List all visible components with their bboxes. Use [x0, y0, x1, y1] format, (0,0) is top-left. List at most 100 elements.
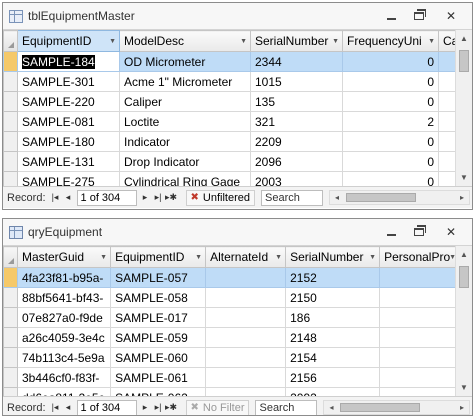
column-header[interactable]: PersonalPro ▼ — [379, 246, 461, 268]
prev-record-icon[interactable]: ◂ — [62, 400, 75, 416]
column-header[interactable]: AlternateId ▼ — [205, 246, 287, 268]
table-cell[interactable]: 4fa23f81-b95a- — [16, 267, 112, 288]
table-cell[interactable]: 1015 — [250, 71, 343, 92]
column-header[interactable]: EquipmentID ▼ — [110, 246, 207, 268]
table-row[interactable]: SAMPLE-220 Caliper 135 0 — [3, 91, 469, 112]
table-cell[interactable]: 2148 — [285, 327, 381, 348]
column-header[interactable]: SerialNumber ▼ — [250, 30, 343, 52]
table-cell[interactable]: 2 — [342, 111, 439, 132]
table-row[interactable]: 07e827a0-f9de SAMPLE-017 186 — [3, 307, 461, 328]
record-selector[interactable] — [3, 307, 18, 328]
first-record-icon[interactable]: |◂ — [49, 190, 62, 206]
table-cell[interactable]: SAMPLE-062 — [110, 387, 207, 396]
next-record-icon[interactable]: ▸ — [139, 400, 152, 416]
table-row[interactable]: SAMPLE-131 Drop Indicator 2096 0 — [3, 151, 469, 172]
record-selector[interactable] — [3, 367, 18, 388]
column-header[interactable]: ModelDesc ▼ — [119, 30, 251, 52]
window-titlebar[interactable]: qryEquipment ✕ — [3, 219, 472, 246]
table-cell[interactable] — [379, 267, 461, 288]
select-all-corner[interactable] — [3, 30, 18, 52]
table-cell[interactable]: 2209 — [250, 131, 343, 152]
table-cell[interactable]: 321 — [250, 111, 343, 132]
table-cell[interactable] — [205, 267, 287, 288]
table-row[interactable]: SAMPLE-184 OD Micrometer 2344 0 — [3, 51, 469, 72]
horizontal-scrollbar[interactable]: ◂ ▸ — [329, 190, 470, 205]
horizontal-scrollbar[interactable]: ◂ ▸ — [323, 400, 470, 415]
table-row[interactable]: 88bf5641-bf43- SAMPLE-058 2150 — [3, 287, 461, 308]
column-dropdown-icon[interactable]: ▼ — [195, 254, 202, 261]
table-cell[interactable]: Drop Indicator — [119, 151, 251, 172]
table-cell[interactable]: 2152 — [285, 267, 381, 288]
table-row[interactable]: 3b446cf0-f83f- SAMPLE-061 2156 — [3, 367, 461, 388]
scroll-right-icon[interactable]: ▸ — [455, 193, 469, 202]
table-cell[interactable]: 2003 — [250, 171, 343, 186]
column-header[interactable]: EquipmentID ▼ — [17, 30, 120, 52]
table-cell[interactable]: 0 — [342, 91, 439, 112]
scroll-up-icon[interactable]: ▲ — [456, 30, 472, 47]
record-selector[interactable] — [3, 287, 18, 308]
table-cell[interactable]: SAMPLE-059 — [110, 327, 207, 348]
table-cell[interactable]: SAMPLE-017 — [110, 307, 207, 328]
record-selector[interactable] — [3, 131, 18, 152]
column-dropdown-icon[interactable]: ▼ — [275, 254, 282, 261]
filter-toggle-button[interactable]: ✖ Unfiltered — [185, 189, 255, 206]
table-cell[interactable]: SAMPLE-275 — [17, 171, 120, 186]
column-dropdown-icon[interactable]: ▼ — [332, 38, 339, 45]
record-selector[interactable] — [3, 71, 18, 92]
vertical-scrollbar[interactable]: ▲ ▼ — [455, 30, 472, 186]
record-selector[interactable] — [3, 267, 18, 288]
minimize-button[interactable] — [378, 7, 404, 25]
table-cell[interactable] — [379, 307, 461, 328]
table-cell[interactable]: 0 — [342, 71, 439, 92]
record-selector[interactable] — [3, 327, 18, 348]
table-cell[interactable]: 2156 — [285, 367, 381, 388]
column-dropdown-icon[interactable]: ▼ — [109, 38, 116, 45]
scroll-thumb[interactable] — [340, 403, 421, 412]
column-dropdown-icon[interactable]: ▼ — [240, 38, 247, 45]
table-cell[interactable]: SAMPLE-220 — [17, 91, 120, 112]
search-input[interactable]: Search — [261, 189, 323, 206]
table-cell[interactable]: SAMPLE-081 — [17, 111, 120, 132]
scroll-left-icon[interactable]: ◂ — [330, 193, 344, 202]
scroll-right-icon[interactable]: ▸ — [455, 403, 469, 412]
scroll-thumb[interactable] — [459, 266, 469, 288]
table-cell[interactable] — [205, 387, 287, 396]
table-cell[interactable]: Cylindrical Ring Gage — [119, 171, 251, 186]
table-cell[interactable]: Loctite — [119, 111, 251, 132]
table-cell[interactable]: 186 — [285, 307, 381, 328]
column-header[interactable]: SerialNumber ▼ — [285, 246, 381, 268]
table-cell[interactable] — [205, 307, 287, 328]
table-row[interactable]: SAMPLE-081 Loctite 321 2 — [3, 111, 469, 132]
table-cell[interactable]: SAMPLE-057 — [110, 267, 207, 288]
column-header[interactable]: FrequencyUni ▼ — [342, 30, 439, 52]
table-cell[interactable] — [379, 387, 461, 396]
table-cell[interactable]: SAMPLE-184 — [17, 51, 120, 72]
table-cell[interactable] — [205, 347, 287, 368]
table-cell[interactable]: 0 — [342, 151, 439, 172]
table-cell[interactable]: 07e827a0-f9de — [16, 307, 112, 328]
active-cell-text[interactable]: SAMPLE-184 — [22, 54, 95, 69]
table-cell[interactable] — [379, 347, 461, 368]
restore-button[interactable] — [406, 223, 432, 241]
record-selector[interactable] — [3, 151, 18, 172]
close-button[interactable]: ✕ — [434, 7, 468, 25]
column-header[interactable]: MasterGuid ▼ — [16, 246, 112, 268]
table-cell[interactable]: 0 — [342, 171, 439, 186]
scroll-up-icon[interactable]: ▲ — [456, 246, 472, 263]
record-position-input[interactable]: 1 of 304 — [76, 189, 137, 206]
table-cell[interactable]: a26c4059-3e4c — [16, 327, 112, 348]
table-cell[interactable]: SAMPLE-061 — [110, 367, 207, 388]
search-input[interactable]: Search — [255, 399, 318, 415]
table-cell[interactable] — [205, 367, 287, 388]
scroll-thumb[interactable] — [459, 50, 469, 72]
close-button[interactable]: ✕ — [434, 223, 468, 241]
column-dropdown-icon[interactable]: ▼ — [428, 38, 435, 45]
scroll-down-icon[interactable]: ▼ — [456, 169, 472, 186]
new-record-icon[interactable]: ▸✱ — [165, 400, 178, 416]
first-record-icon[interactable]: |◂ — [49, 400, 62, 416]
record-selector[interactable] — [3, 51, 18, 72]
table-cell[interactable]: SAMPLE-180 — [17, 131, 120, 152]
table-cell[interactable]: 2344 — [250, 51, 343, 72]
table-cell[interactable]: 88bf5641-bf43- — [16, 287, 112, 308]
scroll-down-icon[interactable]: ▼ — [456, 379, 472, 396]
